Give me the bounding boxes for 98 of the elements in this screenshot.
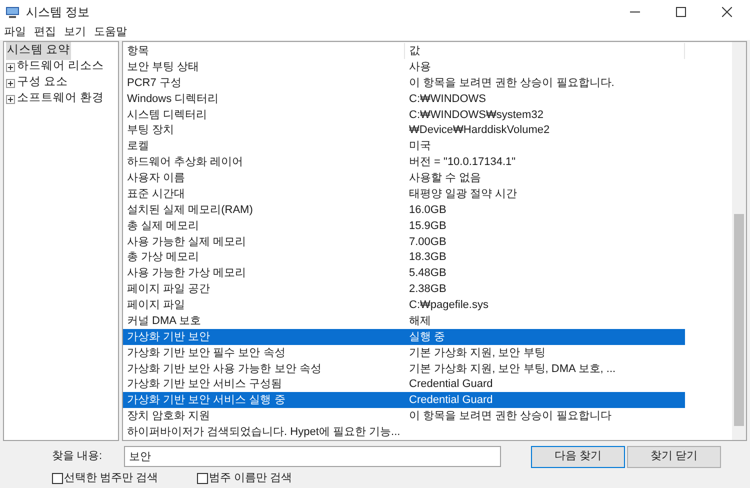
window-title: 시스템 정보 xyxy=(26,4,90,21)
table-cell-text: 장치 암호화 지원 xyxy=(126,409,212,424)
table-row[interactable]: 가상화 기반 보안 서비스 구성됨 Credential Guard xyxy=(123,376,685,392)
table-cell-text: 5.48GB xyxy=(408,266,446,280)
table-cell-text: 미국 xyxy=(408,139,431,154)
table-cell-text: 보안 부팅 상태 xyxy=(126,60,200,74)
scrollbar[interactable] xyxy=(732,42,746,440)
table-cell-text: 사용 가능한 가상 메모리 xyxy=(126,266,248,280)
table-cell-text: 하드웨어 추상화 레이어 xyxy=(126,155,244,170)
table-cell-text: 기본 가상화 지원, 보안 부팅 xyxy=(408,346,546,360)
table-cell-text: 표준 시간대 xyxy=(126,186,186,201)
scrollbar-thumb[interactable] xyxy=(734,214,744,426)
table-cell-text: C:₩WINDOWS xyxy=(408,92,486,106)
table-cell-text: 페이지 파일 xyxy=(126,298,186,312)
table-row[interactable]: 사용자 이름 사용할 수 없음 xyxy=(123,170,685,186)
table-row[interactable]: 페이지 파일 공간 2.38GB xyxy=(123,281,685,298)
selected-row[interactable]: 가상화 기반 보안 서비스 실행 중 Credential Guard xyxy=(123,392,685,408)
tree-item[interactable]: 소프트웨어 환경 xyxy=(16,90,106,108)
maximize-icon xyxy=(676,7,686,17)
table-cell-text: 7.00GB xyxy=(408,234,446,249)
checkbox-label: 범주 이름만 검색 xyxy=(209,470,292,486)
table-row[interactable]: 가상화 기반 보안 필수 보안 속성 기본 가상화 지원, 보안 부팅 xyxy=(123,344,685,361)
table-row[interactable]: Windows 디렉터리 C:₩WINDOWS xyxy=(123,90,685,107)
table-cell-text: 태평양 일광 절약 시간 xyxy=(408,186,518,201)
table-row[interactable]: 표준 시간대 태평양 일광 절약 시간 xyxy=(123,186,685,202)
table-row[interactable]: 커널 DMA 보호 해제 xyxy=(123,313,685,329)
table-row[interactable]: 하드웨어 추상화 레이어 버전 = "10.0.17134.1" xyxy=(123,154,685,170)
table-cell-text: Credential Guard xyxy=(408,377,493,392)
table-cell-text: 이 항목을 보려면 권한 상승이 필요합니다. xyxy=(408,76,614,90)
table-cell-text: 시스템 디렉터리 xyxy=(126,108,208,122)
table-cell-text: 해제 xyxy=(408,314,431,328)
table-row[interactable]: PCR7 구성 이 항목을 보려면 권한 상승이 필요합니다. xyxy=(123,74,685,91)
selected-row[interactable]: 가상화 기반 보안 실행 중 xyxy=(123,328,685,345)
table-cell-text: 2.38GB xyxy=(408,282,446,296)
monitor-icon xyxy=(6,6,19,18)
checkbox[interactable] xyxy=(197,472,208,484)
table-cell-text: 가상화 기반 보안 필수 보안 속성 xyxy=(126,346,286,360)
table-cell-text: 설치된 실제 메모리(RAM) xyxy=(126,202,254,217)
table-cell-text: 사용 xyxy=(408,60,431,74)
tree-item[interactable]: 시스템 요약 xyxy=(6,42,72,60)
table-cell-text: 가상화 기반 보안 서비스 구성됨 xyxy=(126,377,284,392)
table-cell-text: 이 항목을 보려면 권한 상승이 필요합니다 xyxy=(408,409,612,424)
table-cell-text: 페이지 파일 공간 xyxy=(126,282,212,296)
table-row[interactable]: 시스템 디렉터리 C:₩WINDOWS₩system32 xyxy=(123,106,685,122)
table-row[interactable]: 사용 가능한 실제 메모리 7.00GB xyxy=(123,234,685,250)
table-cell-text: 커널 DMA 보호 xyxy=(126,314,202,328)
table-cell-text: 실행 중 xyxy=(408,330,446,344)
menu-item[interactable]: 파일 xyxy=(4,24,26,40)
find-next-button[interactable]: 다음 찾기 xyxy=(531,446,625,468)
table-cell-text: 가상화 기반 보안 xyxy=(126,330,212,344)
find-label: 찾을 내용: xyxy=(52,449,104,464)
table-row[interactable]: 총 실제 메모리 15.9GB xyxy=(123,218,685,234)
menu-item[interactable]: 보기 xyxy=(64,24,86,40)
table-cell-text: C:₩WINDOWS₩system32 xyxy=(408,108,544,122)
table-cell-text: 총 가상 메모리 xyxy=(126,250,200,264)
table-cell-text: Credential Guard xyxy=(408,393,493,408)
table-cell-text: PCR7 구성 xyxy=(126,76,182,90)
table-row[interactable]: 보안 부팅 상태 사용 xyxy=(123,59,685,75)
table-cell-text: 16.0GB xyxy=(408,202,446,217)
table-row[interactable]: 로켈 미국 xyxy=(123,138,685,154)
expand-icon[interactable] xyxy=(6,94,15,104)
column-header[interactable]: 항목 xyxy=(123,42,405,60)
checkbox[interactable] xyxy=(52,472,63,484)
table-row[interactable]: 장치 암호화 지원 이 항목을 보려면 권한 상승이 필요합니다 xyxy=(123,408,685,424)
expand-icon[interactable] xyxy=(6,78,15,88)
table-cell-text: C:₩pagefile.sys xyxy=(408,298,488,312)
table-cell-text: 총 실제 메모리 xyxy=(126,218,200,233)
expand-icon[interactable] xyxy=(6,62,15,72)
table-cell-text: 사용 가능한 실제 메모리 xyxy=(126,234,248,249)
table-cell-text: 부팅 장치 xyxy=(126,123,176,138)
table-cell-text: 가상화 기반 보안 서비스 실행 중 xyxy=(126,393,286,408)
close-find-button[interactable]: 찾기 닫기 xyxy=(627,446,721,468)
table-cell-text: 사용자 이름 xyxy=(126,171,186,186)
table-row[interactable]: 부팅 장치 ₩Device₩HarddiskVolume2 xyxy=(123,122,685,138)
table-cell-text: 18.3GB xyxy=(408,250,446,264)
search-field[interactable]: 보안 xyxy=(124,446,501,467)
table-cell-text: Windows 디렉터리 xyxy=(126,92,220,106)
tree-item[interactable]: 하드웨어 리소스 xyxy=(16,58,106,76)
table-cell-text: ₩Device₩HarddiskVolume2 xyxy=(408,123,550,138)
table-row[interactable]: 사용 가능한 가상 메모리 5.48GB xyxy=(123,265,685,282)
table-cell-text: 버전 = "10.0.17134.1" xyxy=(408,155,516,170)
table-row[interactable]: 가상화 기반 보안 사용 가능한 보안 속성 기본 가상화 지원, 보안 부팅, DMA 보호, ... xyxy=(123,360,685,376)
menu-item[interactable]: 도움말 xyxy=(94,24,127,40)
table-cell-text: 15.9GB xyxy=(408,218,446,233)
table-cell-text: 로켈 xyxy=(126,139,150,154)
table-row[interactable]: 페이지 파일 C:₩pagefile.sys xyxy=(123,297,685,313)
menu-item[interactable]: 편집 xyxy=(34,24,56,40)
table-cell-text: 기본 가상화 지원, 보안 부팅, DMA 보호, ... xyxy=(408,362,616,376)
table-row[interactable]: 하이퍼바이저가 검색되었습니다. Hypet에 필요한 기능... xyxy=(123,424,685,440)
checkbox-label: 선택한 범주만 검색 xyxy=(64,470,158,486)
column-header[interactable]: 값 xyxy=(405,42,685,60)
table-cell-text: 사용할 수 없음 xyxy=(408,171,482,186)
table-cell-text: 가상화 기반 보안 사용 가능한 보안 속성 xyxy=(126,362,322,376)
table-cell-text: 하이퍼바이저가 검색되었습니다. Hypet에 필요한 기능... xyxy=(126,425,400,440)
close-icon xyxy=(722,7,732,17)
table-row[interactable]: 설치된 실제 메모리(RAM) 16.0GB xyxy=(123,202,685,218)
table-row[interactable]: 총 가상 메모리 18.3GB xyxy=(123,250,685,266)
tree-item[interactable]: 구성 요소 xyxy=(16,74,70,92)
